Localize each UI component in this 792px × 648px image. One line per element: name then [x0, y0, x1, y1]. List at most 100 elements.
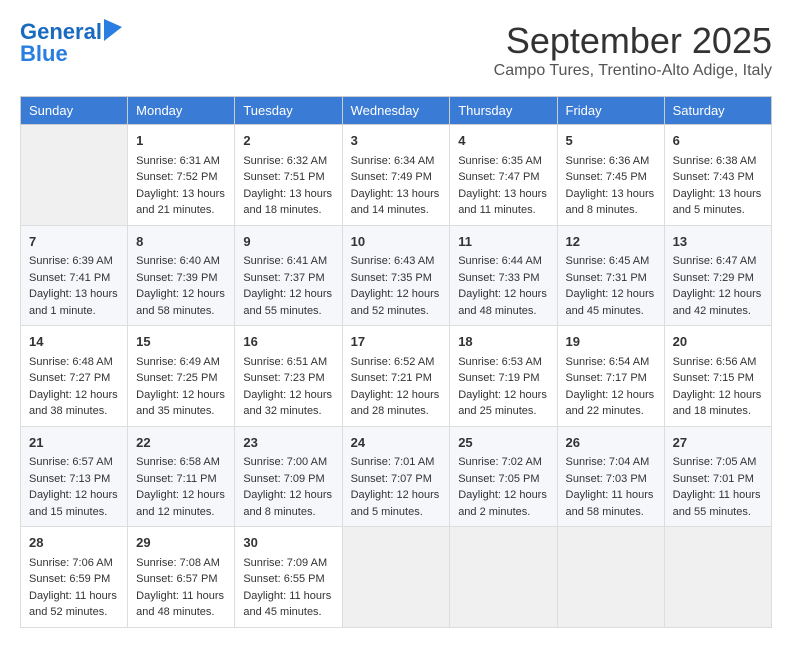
day-number: 6	[673, 131, 763, 151]
day-info: Sunrise: 6:58 AM Sunset: 7:11 PM Dayligh…	[136, 456, 225, 518]
day-number: 8	[136, 232, 226, 252]
day-cell: 13 Sunrise: 6:47 AM Sunset: 7:29 PM Dayli…	[664, 225, 771, 326]
day-info: Sunrise: 7:01 AM Sunset: 7:07 PM Dayligh…	[351, 456, 440, 518]
day-cell: 2 Sunrise: 6:32 AM Sunset: 7:51 PM Daylig…	[235, 125, 342, 226]
day-cell: 10Sunrise: 6:43 AM Sunset: 7:35 PM Dayli…	[342, 225, 450, 326]
day-cell	[21, 125, 128, 226]
day-cell: 27 Sunrise: 7:05 AM Sunset: 7:01 PM Dayli…	[664, 426, 771, 527]
day-info: Sunrise: 6:38 AM Sunset: 7:43 PM Dayligh…	[673, 155, 762, 217]
day-info: Sunrise: 7:06 AM Sunset: 6:59 PM Dayligh…	[29, 557, 117, 619]
day-info: Sunrise: 6:47 AM Sunset: 7:29 PM Dayligh…	[673, 255, 762, 317]
col-header-thursday: Thursday	[450, 97, 557, 125]
day-number: 14	[29, 332, 119, 352]
col-header-monday: Monday	[128, 97, 235, 125]
day-info: Sunrise: 6:48 AM Sunset: 7:27 PM Dayligh…	[29, 356, 118, 418]
col-header-saturday: Saturday	[664, 97, 771, 125]
day-cell: 6 Sunrise: 6:38 AM Sunset: 7:43 PM Daylig…	[664, 125, 771, 226]
col-header-wednesday: Wednesday	[342, 97, 450, 125]
day-cell: 17Sunrise: 6:52 AM Sunset: 7:21 PM Dayli…	[342, 326, 450, 427]
day-info: Sunrise: 6:35 AM Sunset: 7:47 PM Dayligh…	[458, 155, 547, 217]
day-cell: 16 Sunrise: 6:51 AM Sunset: 7:23 PM Dayli…	[235, 326, 342, 427]
day-number: 24	[351, 433, 442, 453]
day-cell: 18Sunrise: 6:53 AM Sunset: 7:19 PM Dayli…	[450, 326, 557, 427]
col-header-sunday: Sunday	[21, 97, 128, 125]
day-number: 18	[458, 332, 548, 352]
day-info: Sunrise: 6:40 AM Sunset: 7:39 PM Dayligh…	[136, 255, 225, 317]
day-cell: 23 Sunrise: 7:00 AM Sunset: 7:09 PM Dayli…	[235, 426, 342, 527]
day-cell: 5Sunrise: 6:36 AM Sunset: 7:45 PM Daylig…	[557, 125, 664, 226]
day-number: 12	[566, 232, 656, 252]
day-info: Sunrise: 6:34 AM Sunset: 7:49 PM Dayligh…	[351, 155, 440, 217]
day-cell: 8 Sunrise: 6:40 AM Sunset: 7:39 PM Daylig…	[128, 225, 235, 326]
day-info: Sunrise: 7:00 AM Sunset: 7:09 PM Dayligh…	[243, 456, 332, 518]
day-number: 25	[458, 433, 548, 453]
day-cell: 14 Sunrise: 6:48 AM Sunset: 7:27 PM Dayli…	[21, 326, 128, 427]
day-info: Sunrise: 7:05 AM Sunset: 7:01 PM Dayligh…	[673, 456, 761, 518]
day-info: Sunrise: 6:57 AM Sunset: 7:13 PM Dayligh…	[29, 456, 118, 518]
day-number: 2	[243, 131, 333, 151]
week-row-4: 21 Sunrise: 6:57 AM Sunset: 7:13 PM Dayli…	[21, 426, 772, 527]
day-info: Sunrise: 6:51 AM Sunset: 7:23 PM Dayligh…	[243, 356, 332, 418]
day-number: 29	[136, 533, 226, 553]
day-cell: 22 Sunrise: 6:58 AM Sunset: 7:11 PM Dayli…	[128, 426, 235, 527]
day-number: 22	[136, 433, 226, 453]
day-number: 21	[29, 433, 119, 453]
day-cell: 25 Sunrise: 7:02 AM Sunset: 7:05 PM Dayli…	[450, 426, 557, 527]
day-number: 9	[243, 232, 333, 252]
day-number: 5	[566, 131, 656, 151]
day-info: Sunrise: 6:45 AM Sunset: 7:31 PM Dayligh…	[566, 255, 655, 317]
day-info: Sunrise: 6:52 AM Sunset: 7:21 PM Dayligh…	[351, 356, 440, 418]
day-cell: 19 Sunrise: 6:54 AM Sunset: 7:17 PM Dayli…	[557, 326, 664, 427]
day-number: 10	[351, 232, 442, 252]
day-info: Sunrise: 7:04 AM Sunset: 7:03 PM Dayligh…	[566, 456, 654, 518]
day-number: 23	[243, 433, 333, 453]
day-info: Sunrise: 7:08 AM Sunset: 6:57 PM Dayligh…	[136, 557, 224, 619]
day-cell: 3 Sunrise: 6:34 AM Sunset: 7:49 PM Daylig…	[342, 125, 450, 226]
col-header-tuesday: Tuesday	[235, 97, 342, 125]
day-number: 30	[243, 533, 333, 553]
day-number: 4	[458, 131, 548, 151]
day-cell: 24 Sunrise: 7:01 AM Sunset: 7:07 PM Dayli…	[342, 426, 450, 527]
day-info: Sunrise: 6:56 AM Sunset: 7:15 PM Dayligh…	[673, 356, 762, 418]
day-number: 19	[566, 332, 656, 352]
day-number: 26	[566, 433, 656, 453]
page-header: General Blue September 2025 Campo Tures,…	[20, 20, 772, 80]
day-number: 13	[673, 232, 763, 252]
location: Campo Tures, Trentino-Alto Adige, Italy	[494, 62, 772, 80]
day-number: 15	[136, 332, 226, 352]
month-title: September 2025	[494, 20, 772, 62]
day-cell: 4 Sunrise: 6:35 AM Sunset: 7:47 PM Daylig…	[450, 125, 557, 226]
day-info: Sunrise: 6:39 AM Sunset: 7:41 PM Dayligh…	[29, 255, 118, 317]
week-row-1: 1 Sunrise: 6:31 AM Sunset: 7:52 PM Daylig…	[21, 125, 772, 226]
day-cell: 7 Sunrise: 6:39 AM Sunset: 7:41 PM Daylig…	[21, 225, 128, 326]
day-number: 16	[243, 332, 333, 352]
day-info: Sunrise: 6:44 AM Sunset: 7:33 PM Dayligh…	[458, 255, 547, 317]
day-number: 3	[351, 131, 442, 151]
day-number: 7	[29, 232, 119, 252]
col-header-friday: Friday	[557, 97, 664, 125]
day-number: 1	[136, 131, 226, 151]
day-number: 27	[673, 433, 763, 453]
day-cell: 12 Sunrise: 6:45 AM Sunset: 7:31 PM Dayli…	[557, 225, 664, 326]
day-number: 28	[29, 533, 119, 553]
day-number: 20	[673, 332, 763, 352]
day-info: Sunrise: 6:31 AM Sunset: 7:52 PM Dayligh…	[136, 155, 225, 217]
day-cell: 26 Sunrise: 7:04 AM Sunset: 7:03 PM Dayli…	[557, 426, 664, 527]
day-cell: 15Sunrise: 6:49 AM Sunset: 7:25 PM Dayli…	[128, 326, 235, 427]
calendar-table: SundayMondayTuesdayWednesdayThursdayFrid…	[20, 96, 772, 628]
day-cell: 9 Sunrise: 6:41 AM Sunset: 7:37 PM Daylig…	[235, 225, 342, 326]
logo-blue-text: Blue	[20, 42, 68, 66]
day-info: Sunrise: 6:41 AM Sunset: 7:37 PM Dayligh…	[243, 255, 332, 317]
logo-icon	[104, 19, 122, 41]
day-cell: 1 Sunrise: 6:31 AM Sunset: 7:52 PM Daylig…	[128, 125, 235, 226]
day-number: 11	[458, 232, 548, 252]
week-row-2: 7 Sunrise: 6:39 AM Sunset: 7:41 PM Daylig…	[21, 225, 772, 326]
week-row-3: 14 Sunrise: 6:48 AM Sunset: 7:27 PM Dayli…	[21, 326, 772, 427]
day-cell: 11 Sunrise: 6:44 AM Sunset: 7:33 PM Dayli…	[450, 225, 557, 326]
day-cell: 20 Sunrise: 6:56 AM Sunset: 7:15 PM Dayli…	[664, 326, 771, 427]
day-info: Sunrise: 6:54 AM Sunset: 7:17 PM Dayligh…	[566, 356, 655, 418]
day-info: Sunrise: 7:02 AM Sunset: 7:05 PM Dayligh…	[458, 456, 547, 518]
day-info: Sunrise: 6:32 AM Sunset: 7:51 PM Dayligh…	[243, 155, 332, 217]
calendar-header-row: SundayMondayTuesdayWednesdayThursdayFrid…	[21, 97, 772, 125]
day-cell: 21 Sunrise: 6:57 AM Sunset: 7:13 PM Dayli…	[21, 426, 128, 527]
